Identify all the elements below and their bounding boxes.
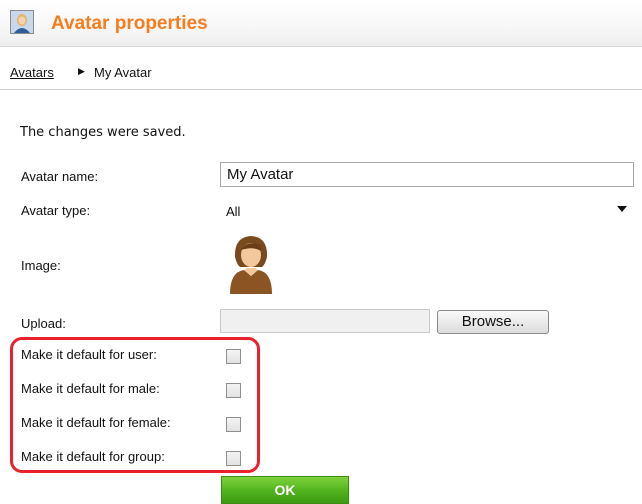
avatar-type-value: All xyxy=(226,204,241,219)
breadcrumb-avatars-link[interactable]: Avatars xyxy=(10,65,54,80)
default-group-checkbox[interactable] xyxy=(226,451,241,466)
default-user-checkbox[interactable] xyxy=(226,349,241,364)
upload-file-field[interactable] xyxy=(220,309,430,333)
save-confirmation-message: The changes were saved. xyxy=(20,125,186,140)
breadcrumb: Avatars ▶ My Avatar xyxy=(0,57,642,90)
avatar-name-input[interactable] xyxy=(220,162,634,187)
avatar-properties-icon xyxy=(10,10,34,34)
breadcrumb-separator-icon: ▶ xyxy=(78,66,85,76)
avatar-type-select[interactable]: All xyxy=(220,199,634,223)
avatar-image xyxy=(228,232,274,294)
avatar-type-label: Avatar type: xyxy=(21,203,91,218)
breadcrumb-current: My Avatar xyxy=(94,65,152,80)
upload-label: Upload: xyxy=(21,316,66,331)
default-male-label: Make it default for male: xyxy=(21,381,160,396)
ok-button[interactable]: OK xyxy=(221,476,349,504)
browse-button[interactable]: Browse... xyxy=(437,310,549,334)
default-user-label: Make it default for user: xyxy=(21,347,157,362)
image-label: Image: xyxy=(21,258,61,273)
dropdown-arrow-icon xyxy=(617,206,627,212)
page-header: Avatar properties xyxy=(0,0,642,47)
default-female-label: Make it default for female: xyxy=(21,415,171,430)
avatar-name-label: Avatar name: xyxy=(21,169,99,184)
page-title: Avatar properties xyxy=(51,13,208,34)
default-female-checkbox[interactable] xyxy=(226,417,241,432)
default-group-label: Make it default for group: xyxy=(21,449,165,464)
default-male-checkbox[interactable] xyxy=(226,383,241,398)
